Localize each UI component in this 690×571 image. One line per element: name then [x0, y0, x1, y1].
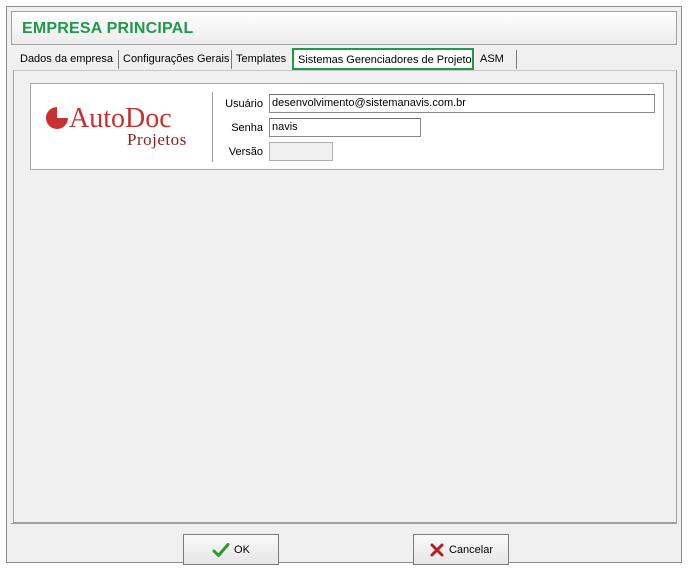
logo-wedge: [57, 107, 68, 118]
tab-configuracoes-gerais[interactable]: Configurações Gerais: [119, 50, 232, 69]
dialog-title: EMPRESA PRINCIPAL: [22, 20, 194, 37]
cancel-button[interactable]: Cancelar: [413, 534, 509, 565]
tab-panel: AutoDoc Projetos Usuário desenvolvimento…: [13, 70, 677, 523]
logo-brand-sub: Projetos: [127, 130, 187, 149]
ok-button[interactable]: OK: [183, 534, 279, 565]
autodoc-logo: AutoDoc Projetos: [41, 94, 201, 154]
versao-input[interactable]: [269, 142, 333, 161]
autodoc-logo-graphic: AutoDoc Projetos: [46, 103, 187, 149]
x-icon: [430, 543, 444, 556]
checkmark-icon: [212, 542, 230, 557]
cancel-button-label: Cancelar: [448, 543, 494, 556]
usuario-label: Usuário: [225, 98, 263, 110]
dialog-header: EMPRESA PRINCIPAL: [11, 11, 677, 45]
vertical-divider: [212, 92, 213, 162]
integration-form: AutoDoc Projetos Usuário desenvolvimento…: [30, 83, 664, 170]
senha-label: Senha: [231, 122, 263, 134]
tab-asm[interactable]: ASM: [476, 50, 517, 69]
usuario-input[interactable]: desenvolvimento@sistemanavis.com.br: [269, 94, 655, 113]
tab-templates[interactable]: Templates: [232, 50, 293, 69]
senha-input[interactable]: navis: [269, 118, 421, 137]
ok-button-label: OK: [234, 543, 250, 556]
dialog-window: EMPRESA PRINCIPAL Dados da empresa Confi…: [6, 6, 682, 565]
tab-dados-da-empresa[interactable]: Dados da empresa: [16, 50, 119, 69]
versao-label: Versão: [228, 146, 263, 158]
dialog-footer: OK Cancelar: [11, 523, 677, 565]
tab-sistemas-gerenciadores[interactable]: Sistemas Gerenciadores de Projeto: [292, 48, 474, 70]
